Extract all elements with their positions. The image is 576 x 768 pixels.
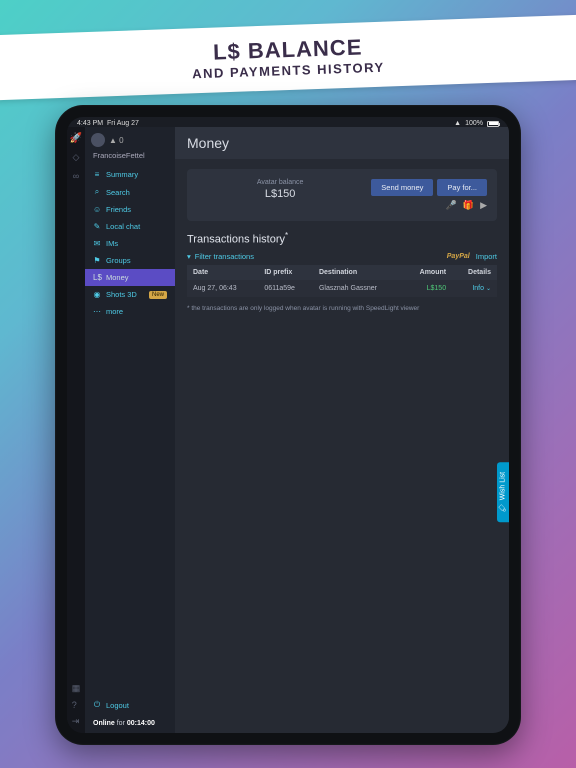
status-date: Fri Aug 27 (107, 120, 139, 127)
sidebar-item-label: Local chat (106, 222, 140, 231)
online-status: Online for 00:14:00 (85, 716, 175, 733)
avatar-status: ▲ 0 (109, 136, 124, 145)
status-bar: 4:43 PM Fri Aug 27 ▲ 100% (67, 117, 509, 127)
send-money-button[interactable]: Send money (371, 179, 433, 196)
logout-label: Logout (106, 701, 129, 710)
status-time: 4:43 PM (77, 120, 103, 127)
shots-3d-icon: ◉ (93, 290, 101, 299)
profile-row[interactable]: ▲ 0 (85, 127, 175, 151)
sidebar-item-label: Money (106, 273, 129, 282)
sidebar: ▲ 0 FrancoiseFettel ≡ Summary ⌕ Search ☺ Frie… (85, 127, 175, 733)
filter-icon: ▾ (187, 252, 191, 261)
icon-rail: 🚀 ◇ ∞ ▦ ? ⇥ (67, 127, 85, 733)
sidebar-item-label: Search (106, 188, 130, 197)
sidebar-item-shots-3d[interactable]: ◉ Shots 3D New (85, 286, 175, 303)
sidebar-item-ims[interactable]: ✉ IMs (85, 235, 175, 252)
th-id-prefix[interactable]: ID prefix (258, 265, 313, 280)
mic-icon[interactable]: 🎤 (446, 200, 457, 211)
balance-amount: L$150 (197, 188, 363, 200)
wifi-icon: ▲ (454, 120, 461, 127)
logout-button[interactable]: ⏻ Logout (85, 694, 175, 716)
groups-icon: ⚑ (93, 256, 101, 265)
cell-details[interactable]: Info ⌄ (452, 280, 497, 297)
balance-label: Avatar balance (197, 179, 363, 186)
help-icon[interactable]: ? (72, 700, 81, 710)
grid-icon[interactable]: ▦ (72, 683, 81, 694)
sidebar-item-search[interactable]: ⌕ Search (85, 183, 175, 201)
sidebar-item-label: IMs (106, 239, 118, 248)
screen: 4:43 PM Fri Aug 27 ▲ 100% 🚀 ◇ ∞ ▦ ? ⇥ (67, 117, 509, 733)
tablet-frame: 4:43 PM Fri Aug 27 ▲ 100% 🚀 ◇ ∞ ▦ ? ⇥ (55, 105, 521, 745)
cell-amount: L$150 (403, 280, 452, 297)
summary-icon: ≡ (93, 170, 101, 179)
sidebar-item-friends[interactable]: ☺ Friends (85, 201, 175, 218)
avatar-rail-icon[interactable]: ◇ (73, 152, 80, 163)
cell-date: Aug 27, 06:43 (187, 280, 258, 297)
th-destination[interactable]: Destination (313, 265, 403, 280)
page-title: Money (175, 127, 509, 159)
infinity-icon[interactable]: ∞ (73, 171, 79, 181)
money-icon: L$ (93, 273, 101, 282)
badge-new: New (149, 291, 167, 299)
sidebar-item-local-chat[interactable]: ✎ Local chat (85, 218, 175, 235)
avatar (91, 133, 105, 147)
import-link[interactable]: Import (476, 252, 497, 261)
transactions-title: Transactions history* (187, 231, 497, 246)
cell-id-prefix: 0611a59e (258, 280, 313, 297)
friends-icon: ☺ (93, 205, 101, 214)
gift-icon[interactable]: 🎁 (463, 200, 474, 211)
exit-icon[interactable]: ⇥ (72, 716, 81, 727)
wishlist-tab[interactable]: 🏷 Wish List (497, 462, 509, 522)
app-body: 🚀 ◇ ∞ ▦ ? ⇥ ▲ 0 FrancoiseFettel ≡ Summary… (67, 127, 509, 733)
sidebar-item-label: Friends (106, 205, 131, 214)
sidebar-item-label: more (106, 307, 123, 316)
th-details[interactable]: Details (452, 265, 497, 280)
play-icon[interactable]: ▶ (480, 200, 487, 211)
chevron-down-icon: ⌄ (486, 286, 491, 292)
local-chat-icon: ✎ (93, 222, 101, 231)
sidebar-item-more[interactable]: ⋯ more (85, 303, 175, 320)
logout-icon: ⏻ (93, 700, 101, 710)
filter-transactions-link[interactable]: Filter transactions (195, 252, 254, 261)
username[interactable]: FrancoiseFettel (85, 151, 175, 166)
rocket-icon[interactable]: 🚀 (70, 133, 82, 144)
transactions-table: Date ID prefix Destination Amount Detail… (187, 265, 497, 297)
th-amount[interactable]: Amount (403, 265, 452, 280)
sidebar-item-money[interactable]: L$ Money (85, 269, 175, 286)
th-date[interactable]: Date (187, 265, 258, 280)
paypal-icon[interactable]: PayPal (447, 253, 470, 260)
main-panel: Money Avatar balance L$150 Send money Pa… (175, 127, 509, 733)
sidebar-item-label: Groups (106, 256, 131, 265)
search-icon: ⌕ (93, 187, 101, 197)
promo-banner: L$ BALANCE AND PAYMENTS HISTORY (0, 15, 576, 101)
more-icon: ⋯ (93, 307, 101, 316)
sidebar-item-summary[interactable]: ≡ Summary (85, 166, 175, 183)
balance-card: Avatar balance L$150 Send money Pay for.… (187, 169, 497, 221)
battery-icon (487, 121, 499, 127)
ims-icon: ✉ (93, 239, 101, 248)
battery-percent: 100% (465, 120, 483, 127)
cell-destination: Glasznah Gassner (313, 280, 403, 297)
footnote: * the transactions are only logged when … (187, 297, 497, 320)
pay-for-button[interactable]: Pay for... (437, 179, 487, 196)
sidebar-item-label: Summary (106, 170, 138, 179)
table-row[interactable]: Aug 27, 06:430611a59eGlasznah GassnerL$1… (187, 280, 497, 297)
sidebar-item-groups[interactable]: ⚑ Groups (85, 252, 175, 269)
wishlist-icon: 🏷 (499, 503, 507, 512)
sidebar-item-label: Shots 3D (106, 290, 137, 299)
